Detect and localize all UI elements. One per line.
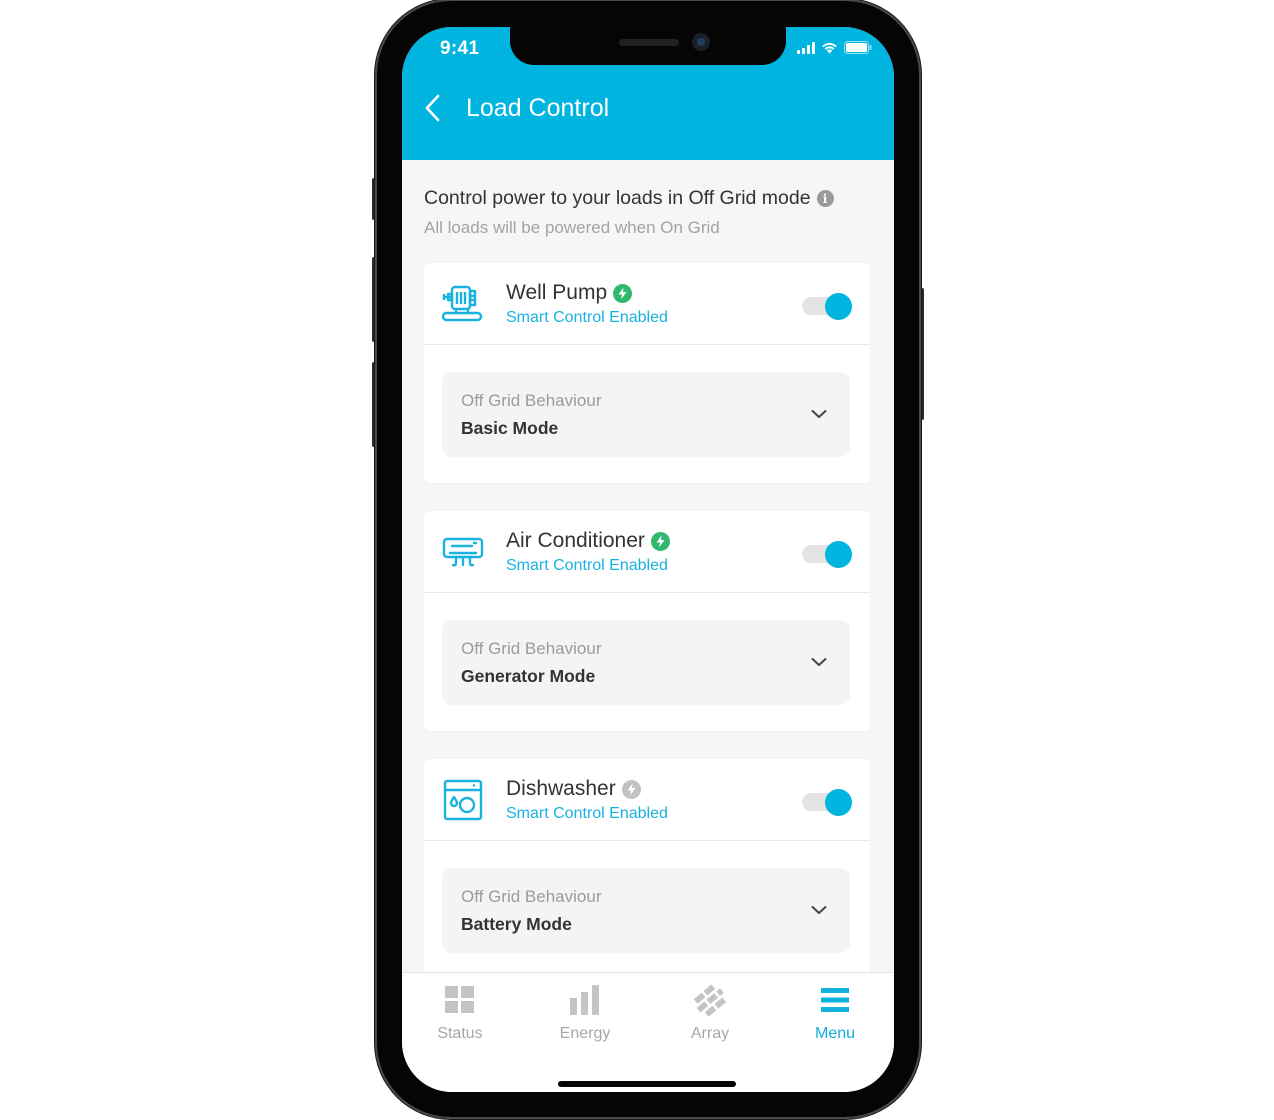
select-value: Basic Mode (461, 418, 559, 438)
tab-label: Array (690, 1025, 730, 1042)
menu-icon (818, 983, 852, 1017)
off-grid-behaviour-select[interactable]: Off Grid Behaviour Generator Mode (442, 620, 850, 705)
chevron-down-icon (811, 906, 827, 914)
off-grid-behaviour-select[interactable]: Off Grid Behaviour Basic Mode (442, 372, 850, 457)
camera (692, 33, 710, 51)
smart-control-status: Smart Control Enabled (506, 557, 668, 574)
wifi-icon (821, 41, 838, 54)
load-card-header: Dishwasher Smart Control Enabled (424, 759, 870, 841)
tab-label: Menu (814, 1025, 856, 1042)
air-conditioner-icon (442, 537, 484, 567)
speaker (619, 39, 679, 46)
load-name-text: Air Conditioner (506, 529, 645, 552)
chevron-left-icon (425, 94, 440, 122)
tab-status[interactable]: Status (410, 983, 510, 1053)
load-card-header: Air Conditioner Smart Control Enabled (424, 511, 870, 593)
load-name: Well Pump (506, 281, 633, 305)
home-indicator[interactable] (558, 1081, 736, 1087)
select-label: Off Grid Behaviour (461, 639, 602, 658)
page-title: Load Control (466, 94, 610, 122)
toggle-knob (825, 541, 852, 568)
tab-label: Status (437, 1025, 483, 1042)
power-button (919, 288, 924, 420)
back-button[interactable] (420, 91, 444, 125)
load-card-dishwasher: Dishwasher Smart Control Enabled Off Gri… (424, 759, 870, 979)
load-card-air-conditioner: Air Conditioner Smart Control Enabled Of… (424, 511, 870, 731)
phone-frame: 9:41 Load Control Control power to your … (377, 1, 919, 1117)
select-value: Generator Mode (461, 666, 596, 686)
status-icons (797, 41, 872, 54)
load-card-well-pump: Well Pump Smart Control Enabled Off Grid… (424, 263, 870, 483)
grid-icon (443, 983, 477, 1017)
load-name-text: Well Pump (506, 281, 608, 304)
chevron-down-icon (811, 658, 827, 666)
phone-screen: 9:41 Load Control Control power to your … (402, 27, 894, 1092)
intro-heading: Control power to your loads in Off Grid … (424, 187, 834, 210)
off-grid-behaviour-select[interactable]: Off Grid Behaviour Battery Mode (442, 868, 850, 953)
dishwasher-icon (443, 779, 483, 821)
smart-control-status: Smart Control Enabled (506, 805, 668, 822)
smart-control-status: Smart Control Enabled (506, 309, 668, 326)
solar-array-icon (693, 983, 727, 1017)
tab-label: Energy (559, 1025, 611, 1042)
select-value: Battery Mode (461, 914, 572, 934)
bar-chart-icon (568, 983, 602, 1017)
notch (510, 27, 786, 65)
smart-control-bolt-icon (621, 779, 641, 799)
select-label: Off Grid Behaviour (461, 391, 602, 410)
cellular-signal-icon (797, 42, 815, 54)
load-toggle[interactable] (802, 293, 852, 320)
tab-energy[interactable]: Energy (535, 983, 635, 1053)
chevron-down-icon (811, 410, 827, 418)
load-name: Air Conditioner (506, 529, 670, 553)
bottom-tab-bar: Status Energy Array Menu (402, 972, 894, 1092)
app-header: 9:41 Load Control (402, 27, 894, 160)
smart-control-bolt-icon (613, 283, 633, 303)
load-name: Dishwasher (506, 777, 641, 801)
load-toggle[interactable] (802, 789, 852, 816)
well-pump-icon (441, 285, 483, 322)
load-name-text: Dishwasher (506, 777, 616, 800)
load-card-header: Well Pump Smart Control Enabled (424, 263, 870, 345)
load-toggle[interactable] (802, 541, 852, 568)
tab-array[interactable]: Array (660, 983, 760, 1053)
smart-control-bolt-icon (650, 531, 670, 551)
info-icon[interactable]: i (816, 190, 834, 207)
status-time: 9:41 (440, 38, 480, 59)
intro-title-text: Control power to your loads in Off Grid … (424, 187, 811, 209)
intro-subtitle: All loads will be powered when On Grid (424, 218, 720, 237)
toggle-knob (825, 293, 852, 320)
tab-menu[interactable]: Menu (785, 983, 885, 1053)
toggle-knob (825, 789, 852, 816)
select-label: Off Grid Behaviour (461, 887, 602, 906)
battery-icon (844, 41, 872, 54)
